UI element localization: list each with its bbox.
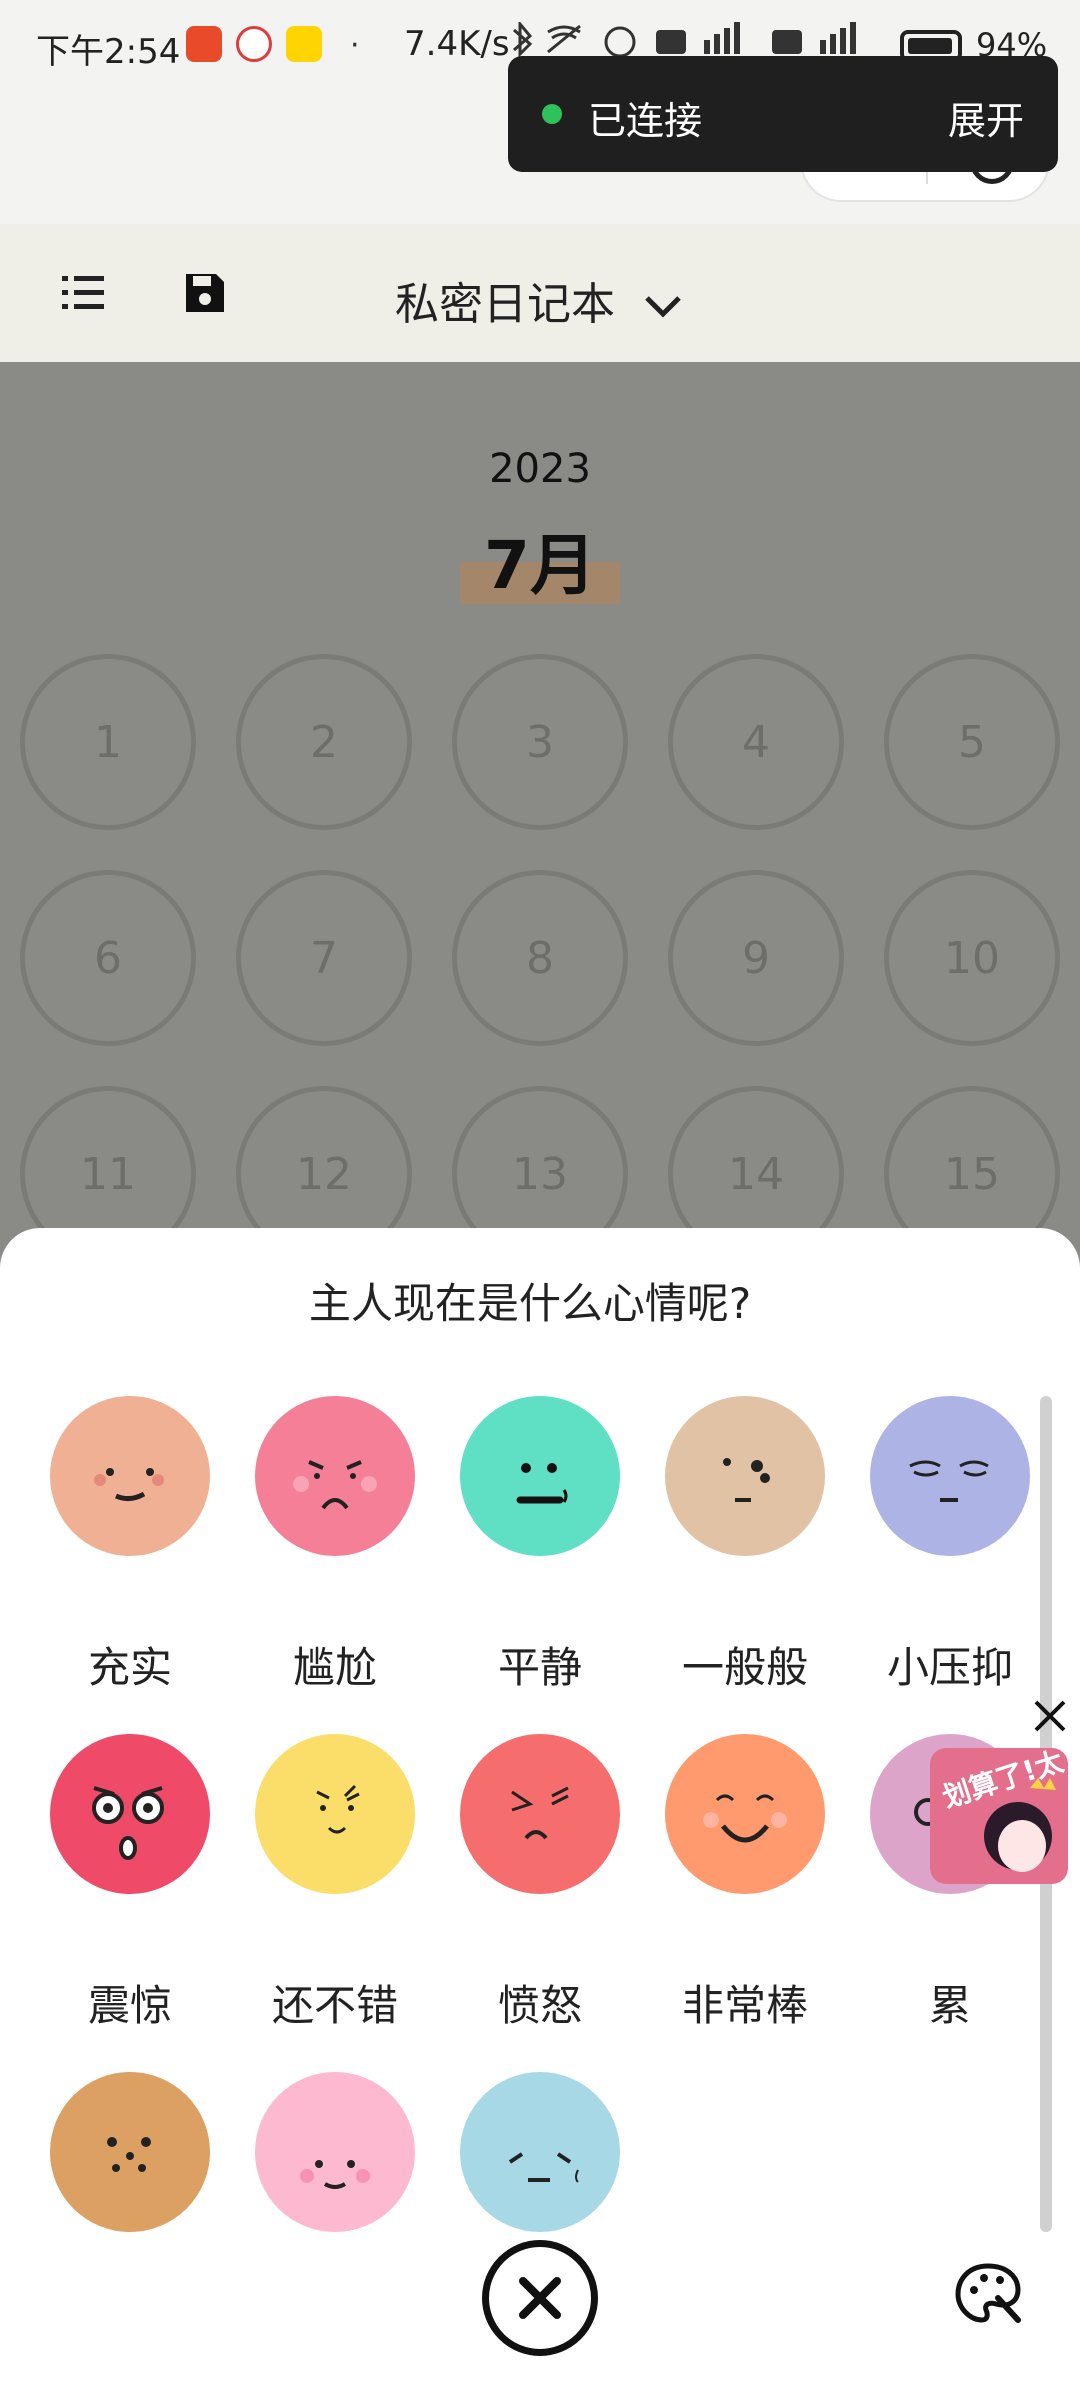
mood-label: 愤怒 (497, 1981, 582, 2030)
app-notification-icon (286, 26, 322, 62)
palette-icon[interactable] (952, 2258, 1024, 2330)
calendar-day[interactable]: 5 (884, 654, 1060, 830)
connection-status-text: 已连接 (588, 99, 703, 143)
mood-option-content[interactable]: 充实 (27, 1396, 233, 1692)
network-speed: 7.4K/s (404, 24, 510, 64)
mood-option[interactable] (27, 2072, 233, 2232)
sheet-title: 主人现在是什么心情呢? (308, 1279, 752, 1328)
calendar-view: 2023 7月 1 2 3 4 5 6 7 8 9 10 11 12 13 14… (0, 362, 1080, 1362)
mood-option-great[interactable]: 非常棒 (642, 1734, 848, 2030)
not-bad-face-icon (255, 1734, 415, 1894)
calendar-day[interactable]: 2 (236, 654, 412, 830)
mood-label: 一般般 (681, 1643, 808, 1692)
expand-button[interactable]: 展开 (948, 90, 1024, 145)
calendar-day[interactable]: 1 (20, 654, 196, 830)
connected-status-dot (542, 104, 562, 124)
calm-face-icon (460, 1396, 620, 1556)
sad-face-icon (460, 2072, 620, 2232)
connection-toast: 已连接 展开 (508, 56, 1058, 172)
calendar-day[interactable]: 6 (20, 870, 196, 1046)
mood-label: 非常棒 (681, 1981, 808, 2030)
close-sheet-button[interactable] (482, 2240, 598, 2356)
mood-label: 震惊 (87, 1981, 172, 2030)
face-icon (50, 2072, 210, 2232)
mood-option-sad[interactable] (437, 2072, 643, 2232)
close-icon (519, 2277, 561, 2319)
mood-option[interactable] (232, 2072, 438, 2232)
mood-label: 尴尬 (292, 1643, 377, 1692)
face-icon (255, 2072, 415, 2232)
status-time: 下午2:54 (36, 32, 181, 72)
awkward-face-icon (255, 1396, 415, 1556)
ad-close-icon[interactable] (1030, 1696, 1070, 1736)
app-notification-icon (236, 26, 272, 62)
mood-option-meh[interactable]: 一般般 (642, 1396, 848, 1692)
mood-grid: 充实 尴尬 平静 一般般 小压抑 震惊 还不错 愤怒 非常棒 累 (0, 1396, 1040, 2232)
calendar-year: 2023 (489, 446, 591, 492)
great-face-icon (665, 1734, 825, 1894)
mood-label: 平静 (497, 1643, 582, 1692)
mood-option-not-bad[interactable]: 还不错 (232, 1734, 438, 2030)
notebook-title: 私密日记本 (395, 279, 615, 330)
notebook-selector[interactable]: 私密日记本 (0, 268, 1080, 332)
status-dot: · (350, 28, 360, 63)
shocked-face-icon (50, 1734, 210, 1894)
chevron-down-icon (645, 296, 681, 318)
calendar-month: 7月 (484, 527, 596, 604)
mood-label: 小压抑 (886, 1643, 1013, 1692)
mood-option-calm[interactable]: 平静 (437, 1396, 643, 1692)
calendar-day[interactable]: 10 (884, 870, 1060, 1046)
meh-face-icon (665, 1396, 825, 1556)
mood-option-awkward[interactable]: 尴尬 (232, 1396, 438, 1692)
content-face-icon (50, 1396, 210, 1556)
calendar-day[interactable]: 8 (452, 870, 628, 1046)
cartoon-girl-icon (984, 1778, 1056, 1872)
mood-option-shocked[interactable]: 震惊 (27, 1734, 233, 2030)
toolbar: 私密日记本 (0, 224, 1080, 362)
floating-ad-banner[interactable]: 划算了!太 (930, 1748, 1068, 1884)
angry-face-icon (460, 1734, 620, 1894)
calendar-day[interactable]: 4 (668, 654, 844, 830)
calendar-day[interactable]: 3 (452, 654, 628, 830)
mood-option-depressed[interactable]: 小压抑 (847, 1396, 1040, 1692)
mood-label: 充实 (87, 1643, 172, 1692)
mood-label: 还不错 (271, 1981, 398, 2030)
mood-option-angry[interactable]: 愤怒 (437, 1734, 643, 2030)
app-notification-icon (186, 26, 222, 62)
mood-picker-sheet: 主人现在是什么心情呢? 充实 尴尬 平静 一般般 小压抑 震惊 还不错 愤怒 非… (0, 1228, 1080, 2400)
calendar-day[interactable]: 9 (668, 870, 844, 1046)
calendar-day[interactable]: 7 (236, 870, 412, 1046)
mood-label: 累 (928, 1981, 971, 2030)
depressed-face-icon (870, 1396, 1030, 1556)
